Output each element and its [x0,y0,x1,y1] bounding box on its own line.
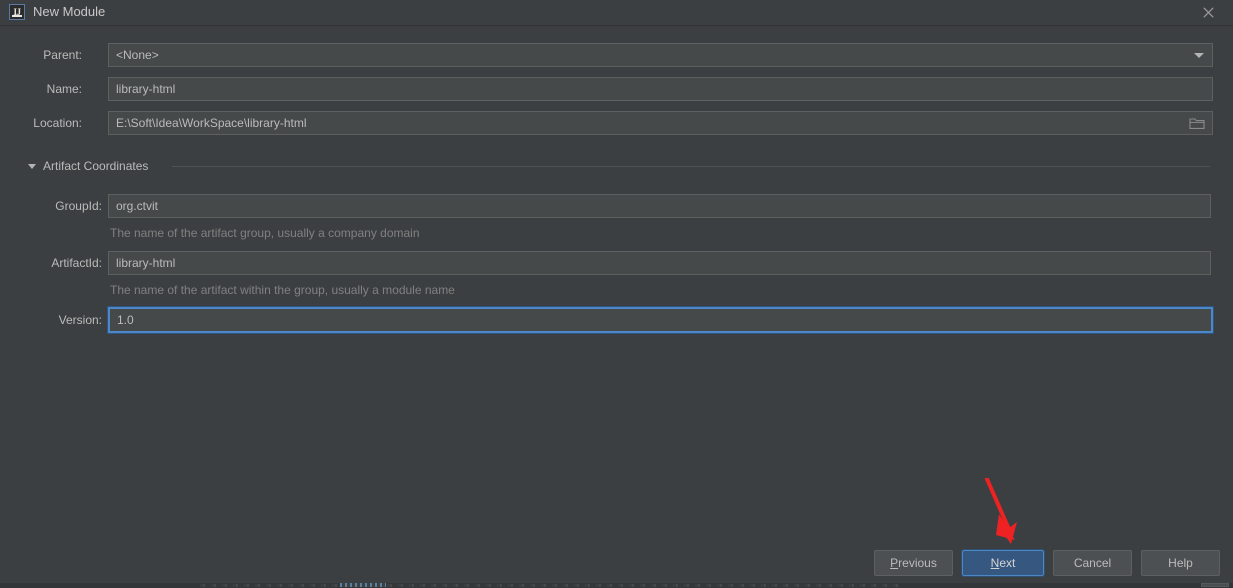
dialog-title: New Module [33,4,106,19]
name-value: library-html [116,82,176,96]
location-input[interactable]: E:\Soft\Idea\WorkSpace\library-html [108,111,1213,135]
next-button[interactable]: Next [961,549,1045,577]
close-button[interactable] [1191,0,1225,25]
name-input[interactable]: library-html [108,77,1213,101]
previous-label-rest: revious [898,556,937,570]
parent-label: Parent: [43,48,82,62]
previous-button[interactable]: Previous [874,550,953,576]
close-icon [1203,7,1213,18]
section-separator [172,166,1210,167]
previous-mnemonic: P [890,556,899,570]
new-module-dialog: IJ New Module Parent: <None> Name: libra… [0,0,1233,588]
intellij-idea-icon: IJ [9,4,25,20]
group-id-value: org.ctvit [116,199,159,213]
version-label: Version: [58,313,102,327]
chevron-down-icon [1194,53,1204,58]
artifact-coordinates-title: Artifact Coordinates [43,159,149,173]
parent-select[interactable]: <None> [108,43,1213,67]
triangle-down-icon [28,163,36,169]
next-label-rest: ext [999,556,1016,570]
version-value: 1.0 [117,313,134,327]
cancel-label: Cancel [1073,556,1112,570]
group-id-input[interactable]: org.ctvit [108,194,1211,218]
background-window-sliver [0,583,1233,588]
version-input[interactable]: 1.0 [107,306,1214,334]
group-id-label: GroupId: [55,199,102,213]
artifact-id-label: ArtifactId: [51,256,102,270]
location-label: Location: [33,116,82,130]
help-label: Help [1168,556,1193,570]
folder-icon[interactable] [1189,116,1205,130]
red-arrow-down-icon [975,477,1035,558]
dialog-title-bar: IJ New Module [0,0,1233,26]
background-window-highlight [340,583,386,587]
artifact-id-hint: The name of the artifact within the grou… [110,283,455,297]
group-id-hint: The name of the artifact group, usually … [110,226,420,240]
location-value: E:\Soft\Idea\WorkSpace\library-html [116,116,307,130]
artifact-coordinates-toggle[interactable]: Artifact Coordinates [28,159,148,173]
background-window-corner [1201,583,1229,587]
cancel-button[interactable]: Cancel [1053,550,1132,576]
name-label: Name: [46,82,82,96]
help-button[interactable]: Help [1141,550,1220,576]
artifact-id-value: library-html [116,256,176,270]
parent-value: <None> [116,48,159,62]
artifact-id-input[interactable]: library-html [108,251,1211,275]
background-window-content [200,584,900,587]
